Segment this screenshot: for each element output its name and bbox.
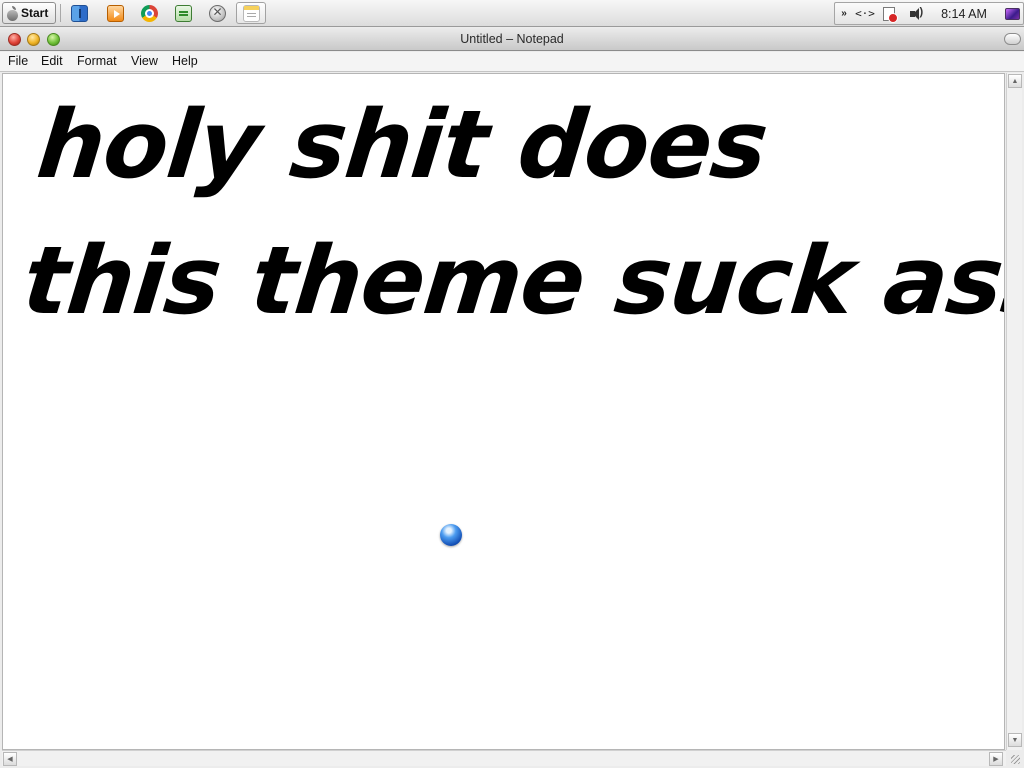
taskbar-notepad-button[interactable] bbox=[236, 2, 266, 24]
tray-expand-chevron-icon[interactable]: » bbox=[838, 5, 850, 22]
quick-launch-system-monitor[interactable] bbox=[168, 2, 198, 24]
busy-cursor-icon bbox=[440, 524, 462, 546]
system-tray: » <·> 8:14 AM bbox=[834, 2, 1024, 25]
tray-code-icon[interactable]: <·> bbox=[855, 5, 875, 22]
menu-view[interactable]: View bbox=[131, 54, 158, 68]
finder-icon bbox=[70, 4, 88, 22]
notepad-window: Untitled – Notepad File Edit Format View… bbox=[0, 28, 1024, 768]
tools-icon bbox=[208, 4, 226, 22]
horizontal-scrollbar[interactable]: ◀ ▶ bbox=[2, 750, 1006, 766]
editor-text: holy shit does this theme suck ass bbox=[18, 91, 1005, 336]
scroll-up-arrow-icon[interactable]: ▲ bbox=[1008, 74, 1022, 88]
volume-icon[interactable] bbox=[903, 5, 923, 22]
taskbar: Start » <·> 8:14 AM bbox=[0, 0, 1024, 27]
scroll-left-arrow-icon[interactable]: ◀ bbox=[3, 752, 17, 766]
menu-bar: File Edit Format View Help bbox=[0, 52, 1024, 72]
menu-file[interactable]: File bbox=[8, 54, 28, 68]
notepad-icon bbox=[242, 4, 260, 22]
quick-launch-media-player[interactable] bbox=[100, 2, 130, 24]
menu-edit[interactable]: Edit bbox=[41, 54, 63, 68]
taskbar-separator bbox=[60, 4, 61, 22]
toolbar-toggle-button[interactable] bbox=[1004, 33, 1021, 45]
menu-format[interactable]: Format bbox=[77, 54, 117, 68]
system-monitor-icon bbox=[174, 4, 192, 22]
resize-grip-icon[interactable] bbox=[1006, 750, 1022, 766]
quick-launch-chrome[interactable] bbox=[134, 2, 164, 24]
network-disconnected-icon[interactable] bbox=[880, 5, 898, 23]
media-player-icon bbox=[106, 4, 124, 22]
vertical-scrollbar[interactable]: ▲ ▼ bbox=[1006, 73, 1022, 750]
menu-help[interactable]: Help bbox=[172, 54, 198, 68]
apple-icon bbox=[6, 5, 19, 21]
window-title: Untitled – Notepad bbox=[460, 32, 564, 46]
text-editor-area[interactable]: holy shit does this theme suck ass bbox=[2, 73, 1005, 750]
chrome-icon bbox=[140, 4, 158, 22]
start-button[interactable]: Start bbox=[2, 2, 56, 24]
scroll-down-arrow-icon[interactable]: ▼ bbox=[1008, 733, 1022, 747]
show-desktop-icon[interactable] bbox=[1003, 5, 1021, 22]
window-titlebar[interactable]: Untitled – Notepad bbox=[0, 28, 1024, 51]
scroll-right-arrow-icon[interactable]: ▶ bbox=[989, 752, 1003, 766]
tray-clock[interactable]: 8:14 AM bbox=[933, 5, 995, 22]
quick-launch-tools[interactable] bbox=[202, 2, 232, 24]
quick-launch-finder[interactable] bbox=[64, 2, 94, 24]
start-label: Start bbox=[21, 6, 49, 20]
